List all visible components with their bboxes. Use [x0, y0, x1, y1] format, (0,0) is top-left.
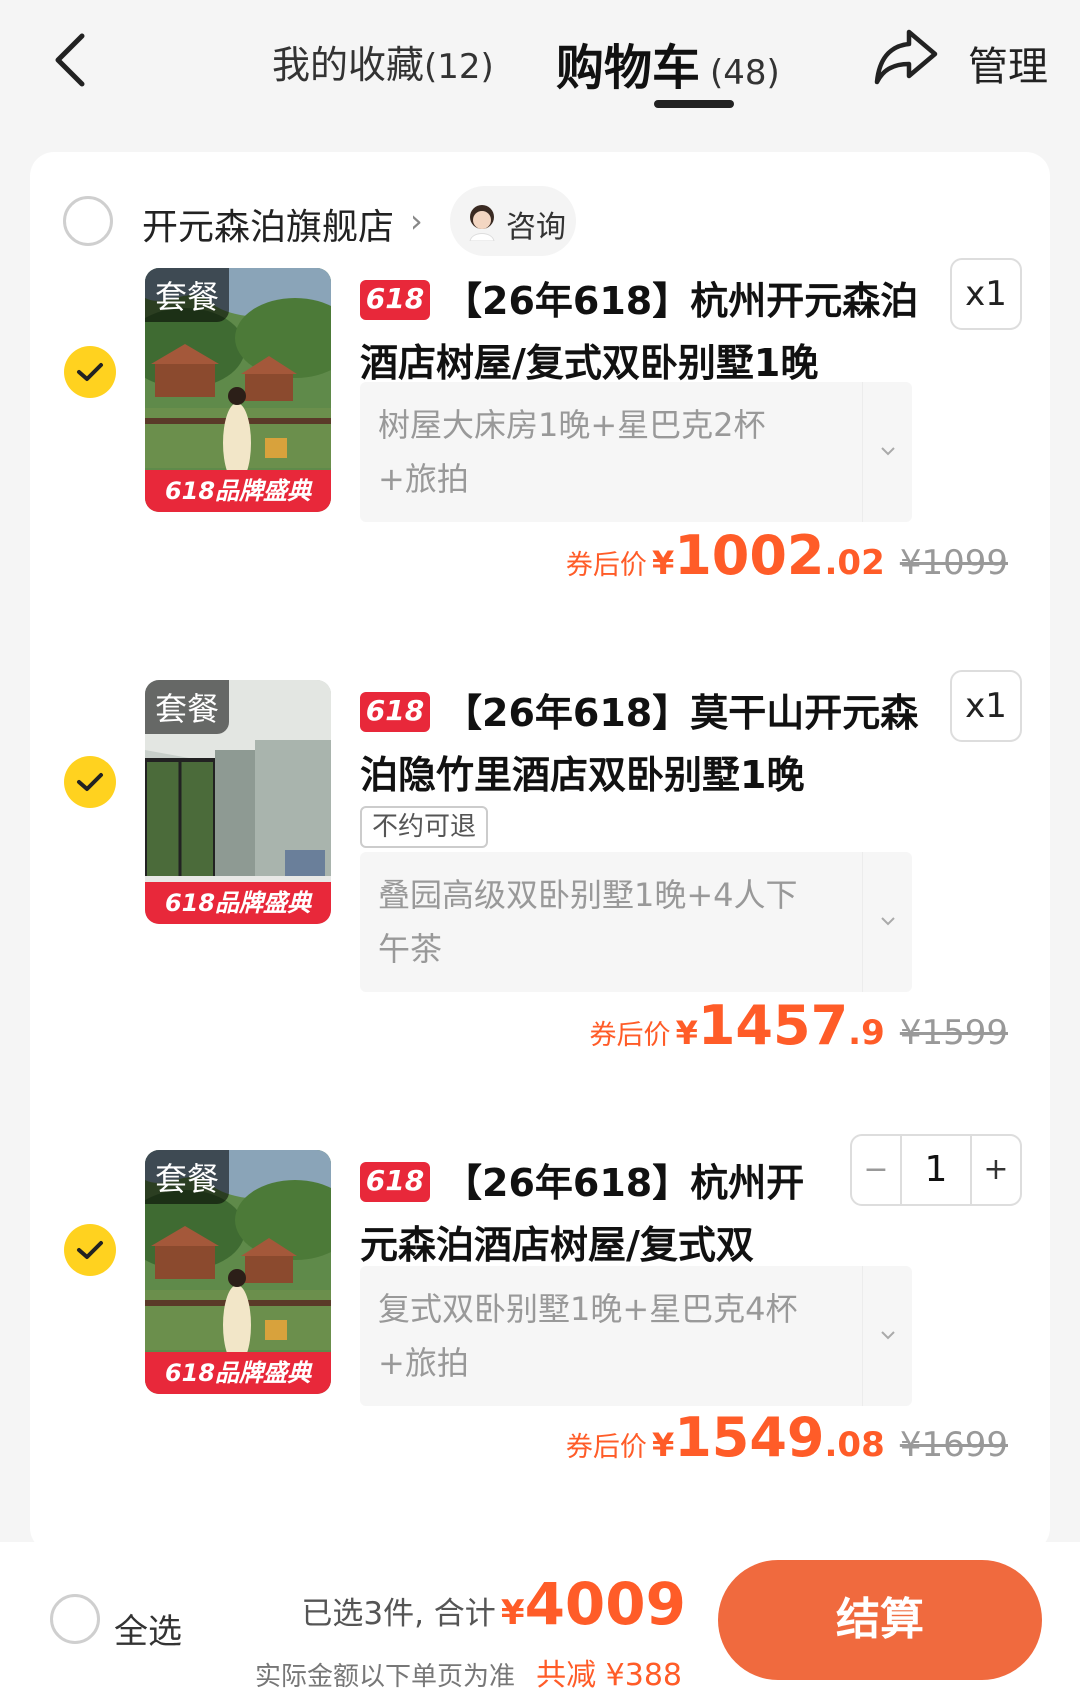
package-tag: 套餐 — [145, 268, 230, 322]
tab-favorites[interactable]: 我的收藏(12) — [272, 34, 494, 89]
total-summary: 已选3件, 合计 ¥4009 — [301, 1570, 686, 1638]
shop-cart-card: 开元森泊旗舰店 › 咨询 套餐 618品牌盛典 618 【26年618】杭州开元… — [30, 152, 1050, 1552]
spec-selector[interactable]: 复式双卧别墅1晚+星巴克4杯+旅拍 — [360, 1266, 912, 1406]
shop-header: 开元森泊旗舰店 › 咨询 — [30, 186, 1050, 256]
promo-banner: 618品牌盛典 — [145, 470, 331, 512]
price-row: 券后价 ¥1002.02 ¥1099 — [566, 524, 1008, 587]
check-icon — [77, 363, 103, 381]
tab-cart-label: 购物车 — [556, 40, 701, 96]
select-all-label[interactable]: 全选 — [114, 1604, 182, 1653]
checkout-bar: 全选 已选3件, 合计 ¥4009 实际金额以下单页为准 共减 ¥388 结算 — [0, 1542, 1080, 1706]
product-title[interactable]: 618 【26年618】杭州开元森泊酒店树屋/复式双卧别墅1晚 — [360, 270, 920, 394]
item-checkbox-checked[interactable] — [64, 756, 116, 808]
product-title[interactable]: 618 【26年618】杭州开元森泊酒店树屋/复式双 — [360, 1152, 810, 1276]
consult-button[interactable]: 咨询 — [450, 186, 576, 256]
quantity-stepper[interactable]: − 1 + — [850, 1134, 1022, 1206]
spec-text: 叠园高级双卧别墅1晚+4人下午茶 — [378, 876, 798, 968]
product-title[interactable]: 618 【26年618】莫干山开元森泊隐竹里酒店双卧别墅1晚 — [360, 682, 920, 806]
promo-badge: 618 — [360, 1162, 430, 1202]
chevron-down-icon — [862, 382, 912, 522]
price-decimal: .08 — [824, 1425, 885, 1465]
currency-symbol: ¥ — [651, 544, 675, 582]
price-decimal: .9 — [848, 1013, 885, 1053]
price-row: 券后价 ¥1549.08 ¥1699 — [566, 1406, 1008, 1469]
currency-symbol: ¥ — [675, 1014, 698, 1052]
manage-button[interactable]: 管理 — [968, 34, 1048, 92]
chevron-right-icon: › — [410, 202, 423, 240]
price-integer: 1457 — [697, 994, 849, 1057]
quantity-value[interactable]: 1 — [900, 1136, 972, 1204]
currency-symbol: ¥ — [651, 1426, 675, 1464]
chevron-left-icon[interactable] — [50, 28, 90, 92]
cart-item: 套餐 618品牌盛典 618 【26年618】杭州开元森泊酒店树屋/复式双 − 1… — [30, 1134, 1050, 1530]
selected-count-text: 已选3件, 合计 — [301, 1596, 496, 1632]
original-price: ¥1699 — [899, 1425, 1008, 1465]
quantity-box[interactable]: x1 — [950, 670, 1022, 742]
chevron-down-icon — [862, 852, 912, 992]
tab-cart-count: (48) — [710, 53, 780, 93]
price-note: 实际金额以下单页为准 — [255, 1662, 516, 1692]
increment-button[interactable]: + — [972, 1136, 1020, 1204]
promo-banner: 618品牌盛典 — [145, 882, 331, 924]
service-avatar-icon — [469, 205, 495, 241]
price-integer: 1002 — [674, 524, 825, 587]
price-integer: 1549 — [674, 1406, 825, 1469]
check-icon — [77, 1241, 103, 1259]
shop-select-radio[interactable] — [63, 196, 113, 246]
shop-name[interactable]: 开元森泊旗舰店 — [142, 198, 394, 250]
select-all-radio[interactable] — [50, 1594, 100, 1644]
original-price: ¥1099 — [899, 543, 1008, 583]
tab-favorites-count: (12) — [424, 47, 494, 87]
tab-cart[interactable]: 购物车 (48) — [556, 28, 780, 98]
decrement-button[interactable]: − — [852, 1136, 900, 1204]
refund-tag: 不约可退 — [360, 806, 489, 848]
spec-selector[interactable]: 树屋大床房1晚+星巴克2杯+旅拍 — [360, 382, 912, 522]
total-note-row: 实际金额以下单页为准 共减 ¥388 — [255, 1650, 682, 1694]
original-price: ¥1599 — [899, 1013, 1008, 1053]
promo-badge: 618 — [360, 280, 430, 320]
cart-item: 套餐 618品牌盛典 618 【26年618】莫干山开元森泊隐竹里酒店双卧别墅1晚… — [30, 670, 1050, 1060]
promo-banner: 618品牌盛典 — [145, 1352, 331, 1394]
check-icon — [77, 773, 103, 791]
product-thumbnail[interactable]: 套餐 618品牌盛典 — [145, 268, 331, 512]
product-thumbnail[interactable]: 套餐 618品牌盛典 — [145, 1150, 331, 1394]
price-label: 券后价 — [565, 550, 647, 581]
tab-favorites-label: 我的收藏 — [272, 43, 425, 87]
spec-selector[interactable]: 叠园高级双卧别墅1晚+4人下午茶 — [360, 852, 912, 992]
price-row: 券后价 ¥1457.9 ¥1599 — [590, 994, 1009, 1057]
chevron-down-icon — [862, 1266, 912, 1406]
total-amount: 4009 — [524, 1570, 686, 1638]
cart-item: 套餐 618品牌盛典 618 【26年618】杭州开元森泊酒店树屋/复式双卧别墅1… — [30, 258, 1050, 648]
product-title-text: 【26年618】杭州开元森泊酒店树屋/复式双卧别墅1晚 — [360, 279, 919, 385]
promo-badge: 618 — [360, 692, 430, 732]
spec-text: 复式双卧别墅1晚+星巴克4杯+旅拍 — [378, 1290, 798, 1382]
spec-text: 树屋大床房1晚+星巴克2杯+旅拍 — [378, 406, 766, 498]
product-title-text: 【26年618】莫干山开元森泊隐竹里酒店双卧别墅1晚 — [360, 691, 919, 797]
consult-label: 咨询 — [506, 210, 566, 245]
item-checkbox-checked[interactable] — [64, 346, 116, 398]
price-label: 券后价 — [565, 1432, 647, 1463]
item-checkbox-checked[interactable] — [64, 1224, 116, 1276]
discount-amount[interactable]: 共减 ¥388 — [536, 1658, 682, 1693]
total-currency: ¥ — [500, 1593, 525, 1633]
checkout-button[interactable]: 结算 — [718, 1560, 1042, 1680]
price-decimal: .02 — [824, 543, 885, 583]
share-icon[interactable] — [873, 26, 939, 86]
price-label: 券后价 — [589, 1020, 671, 1051]
package-tag: 套餐 — [145, 680, 230, 734]
quantity-box[interactable]: x1 — [950, 258, 1022, 330]
top-nav: 我的收藏(12) 购物车 (48) 管理 — [0, 0, 1080, 140]
active-tab-indicator — [654, 100, 734, 108]
product-thumbnail[interactable]: 套餐 618品牌盛典 — [145, 680, 331, 924]
package-tag: 套餐 — [145, 1150, 230, 1204]
